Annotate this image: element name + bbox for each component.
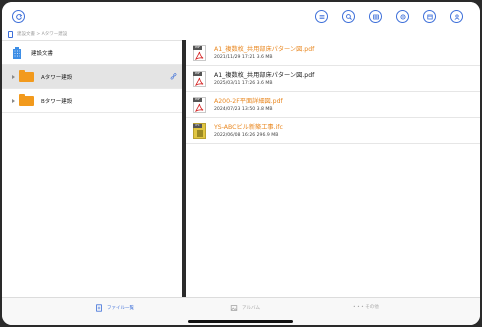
pdf-file-icon: PDF [193,96,206,113]
user-button[interactable] [450,10,463,23]
file-meta: 2021/11/29 17:21 3.6 MB [214,54,273,60]
tree-item-label: Bタワー建設 [41,98,73,105]
tab-label: • • • その他 [353,305,379,310]
search-button[interactable] [342,10,355,23]
tab-file-list[interactable]: ファイル一覧 [95,304,134,312]
document-icon [96,304,102,312]
list-icon [319,14,324,19]
tree-root-label: 建設文書 [31,50,54,57]
home-indicator[interactable] [188,320,293,323]
bookmark-icon [8,30,13,38]
file-name: A1_複数枚_共用部床パターン図.pdf [214,45,315,53]
tab-album[interactable]: アルバム [230,304,260,312]
grid-view-button[interactable] [369,10,382,23]
folder-icon [19,93,34,106]
file-name: A200-2F平面詳細図.pdf [214,97,283,105]
breadcrumb: 建設文書 > Aタワー建設 [2,28,480,40]
grid-icon [372,14,379,19]
window-icon [426,14,433,19]
settings-button[interactable] [396,10,409,23]
file-row[interactable]: IFC YS-ABCビル新築工事.ifc 2022/06/08 16:26 29… [186,118,480,144]
ifc-file-icon: IFC [193,122,206,139]
gear-icon [399,13,406,20]
file-row[interactable]: PDF A200-2F平面詳細図.pdf 2024/07/23 13:50 3.… [186,92,480,118]
expand-chevron-icon[interactable] [12,74,15,79]
link-icon[interactable] [170,73,177,80]
tab-more[interactable]: • • • その他 [353,304,379,310]
tree-item-b-tower[interactable]: Bタワー建設 [2,89,182,113]
window-button[interactable] [423,10,436,23]
pdf-file-icon: PDF [193,44,206,61]
breadcrumb-text[interactable]: 建設文書 > Aタワー建設 [17,31,67,37]
top-toolbar [2,2,480,28]
file-name: YS-ABCビル新築工事.ifc [214,123,283,131]
file-meta: 2022/06/08 16:26 296.9 MB [214,132,279,138]
file-name: A1_複数枚_共用部床パターン図.pdf [214,71,315,79]
folder-tree: 建設文書 Aタワー建設 Bタワー建設 [2,40,182,297]
tab-label: アルバム [242,306,260,311]
pdf-file-icon: PDF [193,70,206,87]
refresh-button[interactable] [12,10,25,23]
file-row[interactable]: PDF A1_複数枚_共用部床パターン図.pdf 2021/11/29 17:2… [186,40,480,66]
user-icon [454,13,459,20]
file-meta: 2024/07/23 13:50 3.8 MB [214,106,273,112]
search-icon [345,13,352,20]
tree-item-a-tower[interactable]: Aタワー建設 [2,65,182,89]
refresh-icon [15,13,22,20]
album-icon [230,305,238,311]
file-meta: 2025/03/11 17:26 3.6 MB [214,80,273,86]
building-icon [13,47,21,59]
file-row[interactable]: PDF A1_複数枚_共用部床パターン図.pdf 2025/03/11 17:2… [186,66,480,92]
file-list: PDF A1_複数枚_共用部床パターン図.pdf 2021/11/29 17:2… [186,40,480,297]
tree-item-label: Aタワー建設 [41,74,73,81]
folder-icon [19,69,34,82]
tree-root-item[interactable]: 建設文書 [2,41,182,65]
ipad-screen: 建設文書 > Aタワー建設 建設文書 Aタワー建設 Bタワー建設 PDF A1_… [2,2,480,325]
list-view-button[interactable] [315,10,328,23]
tab-label: ファイル一覧 [107,306,134,311]
expand-chevron-icon[interactable] [12,98,15,103]
